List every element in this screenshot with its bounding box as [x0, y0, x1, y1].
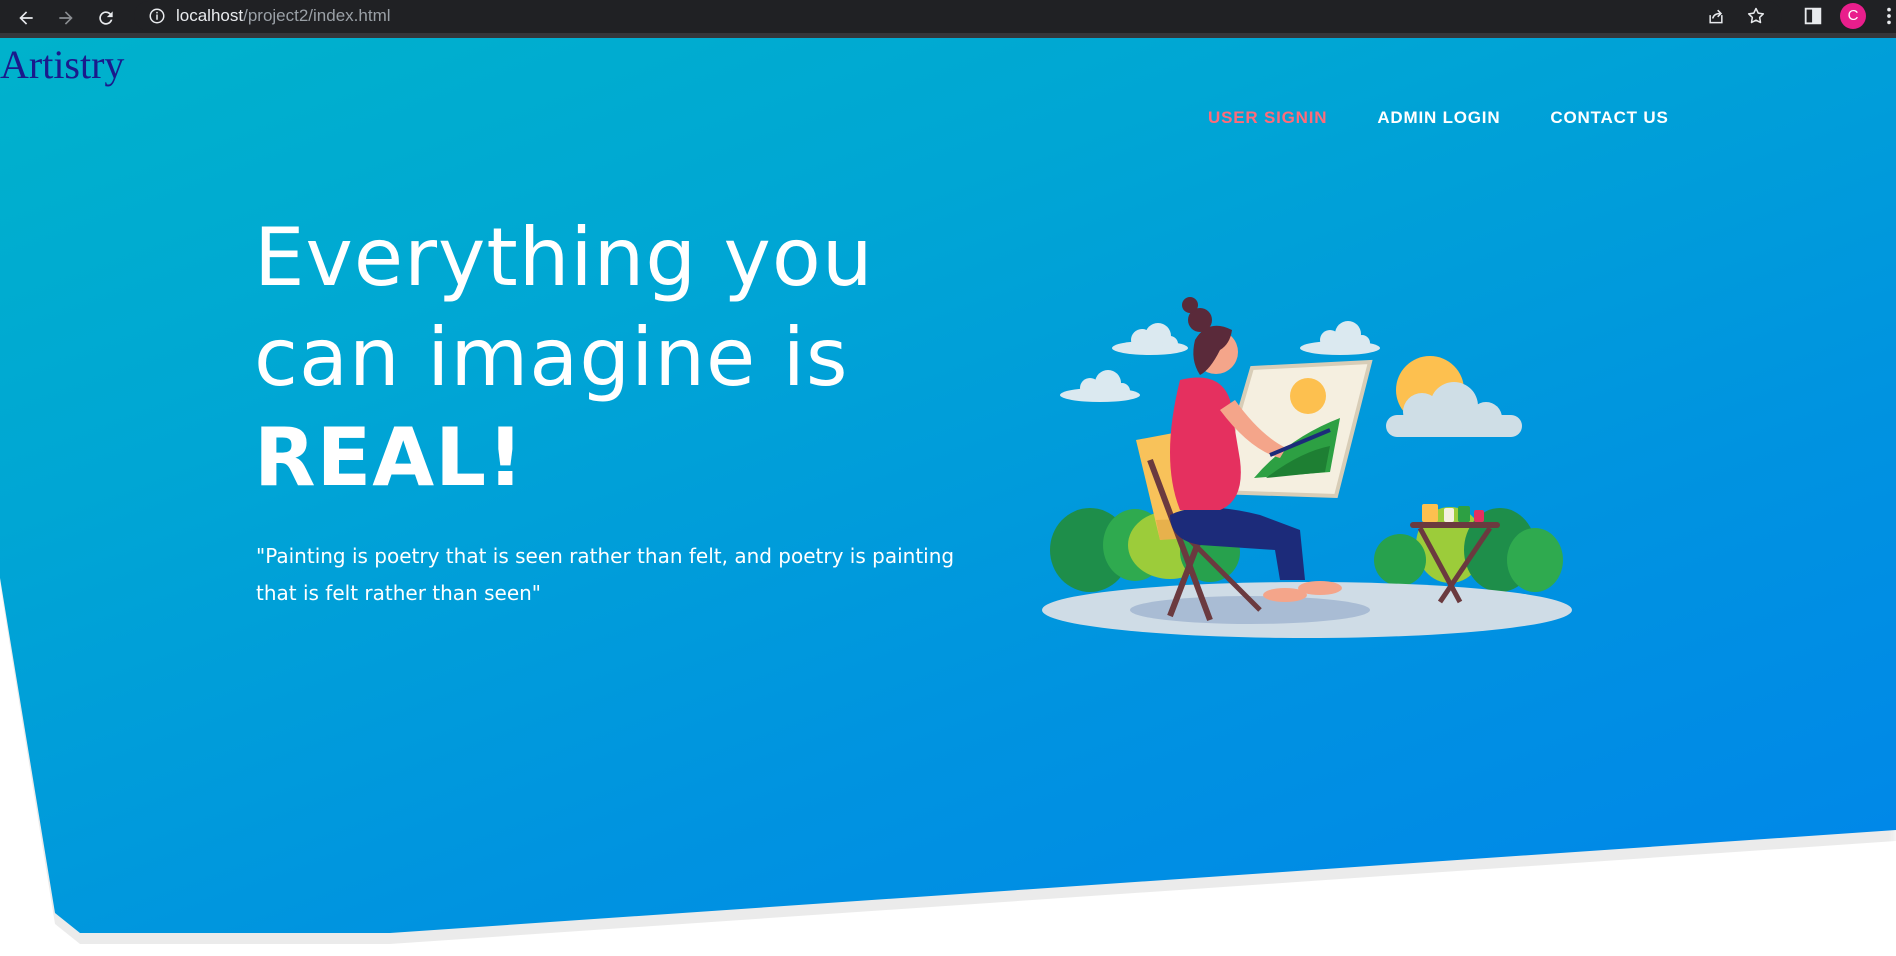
browser-toolbar: localhost/project2/index.html C — [0, 0, 1896, 36]
hero-section: Artistry USER SIGNIN ADMIN LOGIN CONTACT… — [0, 38, 1896, 933]
nav-user-signin[interactable]: USER SIGNIN — [1208, 108, 1327, 128]
main-nav: USER SIGNIN ADMIN LOGIN CONTACT US — [1208, 108, 1669, 128]
bushes — [1050, 507, 1563, 592]
profile-avatar[interactable]: C — [1840, 3, 1866, 29]
headline-line-1: Everything you — [254, 211, 874, 304]
quote-line-2: that is felt rather than seen" — [256, 581, 541, 605]
page-viewport: Artistry USER SIGNIN ADMIN LOGIN CONTACT… — [0, 38, 1896, 956]
quote-line-1: "Painting is poetry that is seen rather … — [256, 544, 955, 568]
share-icon[interactable] — [1706, 6, 1726, 26]
url-path: /project2/index.html — [243, 6, 391, 25]
reload-button[interactable] — [92, 4, 120, 32]
info-icon[interactable] — [148, 7, 166, 25]
nav-admin-login[interactable]: ADMIN LOGIN — [1377, 108, 1500, 128]
star-icon[interactable] — [1746, 6, 1766, 26]
hero-headline: Everything you can imagine is REAL! — [254, 208, 874, 508]
address-bar[interactable]: localhost/project2/index.html — [134, 1, 1782, 31]
url-host: localhost — [176, 6, 244, 25]
url-text[interactable]: localhost/project2/index.html — [176, 6, 391, 26]
forward-arrow-icon — [59, 11, 73, 25]
kebab-menu-icon[interactable] — [1882, 5, 1896, 27]
side-panel-icon[interactable] — [1802, 5, 1824, 27]
back-arrow-icon — [19, 11, 33, 25]
back-button[interactable] — [12, 4, 40, 32]
cloud-icon — [1112, 323, 1188, 355]
nav-contact-us[interactable]: CONTACT US — [1550, 108, 1668, 128]
headline-emphasis: REAL! — [254, 411, 525, 504]
forward-button[interactable] — [52, 4, 80, 32]
reload-icon — [99, 11, 113, 25]
site-logo[interactable]: Artistry — [0, 42, 124, 88]
headline-line-2: can imagine is — [254, 311, 849, 404]
woman-painting-illustration — [1042, 297, 1572, 638]
hero-quote: "Painting is poetry that is seen rather … — [256, 538, 955, 612]
cloud-icon — [1300, 321, 1380, 355]
cloud-icon — [1060, 370, 1140, 402]
